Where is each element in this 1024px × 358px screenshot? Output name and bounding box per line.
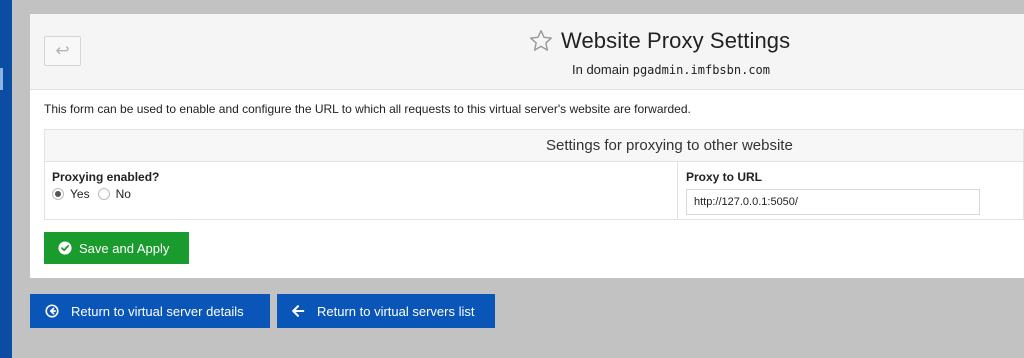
return-list-label: Return to virtual servers list — [317, 303, 475, 319]
proxy-settings-panel: ↩ Website Proxy Settings In domain pgadm… — [30, 14, 1024, 278]
star-outline-icon[interactable] — [528, 28, 554, 54]
arrow-return-icon: ↩ — [55, 41, 70, 61]
radio-yes-label[interactable]: Yes — [70, 187, 90, 201]
return-details-label: Return to virtual server details — [71, 303, 244, 319]
return-to-servers-list-button[interactable]: Return to virtual servers list — [277, 294, 495, 328]
return-to-server-details-button[interactable]: Return to virtual server details — [30, 294, 270, 328]
save-button-label: Save and Apply — [79, 240, 170, 256]
save-and-apply-button[interactable]: Save and Apply — [44, 232, 189, 264]
panel-header: ↩ Website Proxy Settings In domain pgadm… — [30, 14, 1024, 90]
domain-name: pgadmin.imfbsbn.com — [632, 63, 770, 77]
proxying-enabled-label: Proxying enabled? — [52, 170, 160, 184]
back-button[interactable]: ↩ — [44, 36, 81, 66]
page-subtitle: In domain pgadmin.imfbsbn.com — [572, 62, 770, 77]
arrow-left-icon — [292, 305, 305, 317]
radio-yes[interactable] — [52, 188, 64, 200]
title-wrap: Website Proxy Settings — [528, 28, 790, 54]
left-sidebar-strip — [0, 0, 12, 358]
circle-arrow-left-icon — [45, 304, 59, 318]
settings-table: Settings for proxying to other website P… — [44, 129, 1024, 220]
check-circle-icon — [58, 241, 72, 255]
sidebar-active-marker — [0, 68, 3, 90]
radio-no-label[interactable]: No — [116, 187, 131, 201]
settings-body: Proxying enabled? Yes No Proxy to URL ht… — [45, 162, 1023, 219]
proxying-radio-group: Yes No — [52, 187, 139, 201]
subtitle-prefix: In domain — [572, 62, 630, 77]
page-title: Website Proxy Settings — [561, 28, 791, 53]
radio-selected-dot — [55, 191, 61, 197]
form-description: This form can be used to enable and conf… — [44, 102, 691, 116]
settings-section-title: Settings for proxying to other website — [45, 130, 1023, 162]
column-divider — [677, 162, 678, 219]
proxy-url-label: Proxy to URL — [686, 170, 763, 184]
radio-no[interactable] — [97, 188, 110, 200]
proxy-url-input[interactable]: http://127.0.0.1:5050/ — [686, 189, 980, 215]
